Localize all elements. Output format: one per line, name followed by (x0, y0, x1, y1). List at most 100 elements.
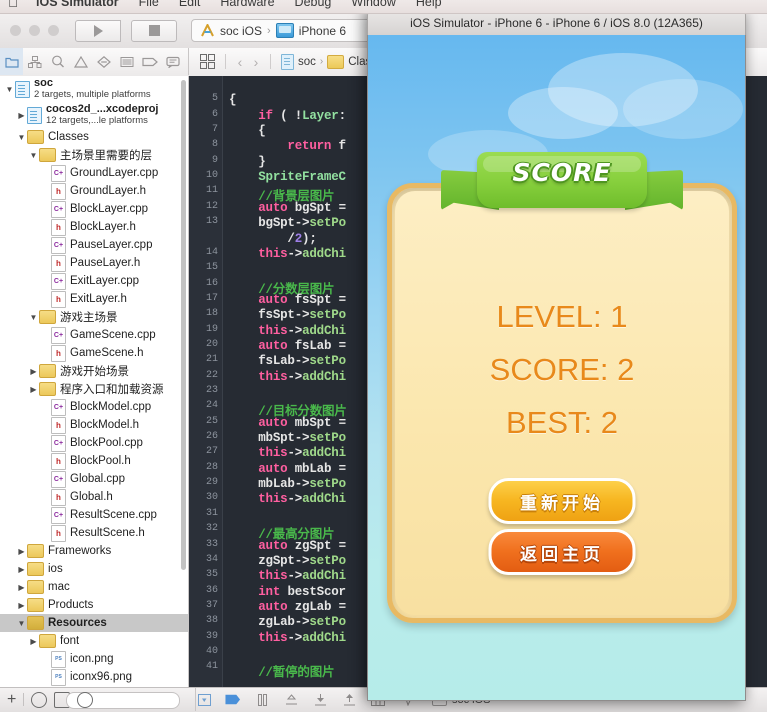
code-line[interactable]: auto fsSpt = (229, 293, 346, 307)
file-tree-row[interactable]: ▶ mac (0, 578, 188, 596)
step-into-icon[interactable] (312, 693, 328, 707)
code-line[interactable]: this->addChi (229, 446, 346, 460)
issue-navigator-icon[interactable] (69, 48, 92, 75)
back-button[interactable]: ‹ (232, 54, 248, 70)
disclosure-triangle-closed-icon[interactable]: ▶ (16, 583, 27, 592)
disclosure-triangle-open-icon[interactable]: ▼ (4, 85, 15, 94)
code-line[interactable]: { (229, 124, 266, 138)
close-button[interactable] (10, 25, 21, 36)
menu-item-edit[interactable]: Edit (169, 0, 211, 9)
ios-simulator-window[interactable]: iOS Simulator - iPhone 6 - iPhone 6 / iO… (367, 10, 746, 701)
file-tree-row[interactable]: ▼ Resources (0, 614, 188, 632)
minimize-button[interactable] (29, 25, 40, 36)
file-tree-row[interactable]: ▶ font (0, 632, 188, 650)
report-navigator-icon[interactable] (161, 48, 184, 75)
file-tree-row[interactable]: ·C+ Global.cpp (0, 470, 188, 488)
file-tree-row[interactable]: ·C+ GameScene.cpp (0, 326, 188, 344)
code-line[interactable]: } (229, 155, 266, 169)
breadcrumb[interactable]: soc › Clas (281, 53, 371, 70)
code-line[interactable]: mbLab->setPo (229, 477, 346, 491)
restart-button[interactable]: 重新开始 (488, 478, 636, 524)
simulator-screen[interactable]: SCORE LEVEL: 1 SCORE: 2 BEST: 2 重新开始 返回主… (367, 35, 746, 701)
return-home-button[interactable]: 返回主页 (488, 529, 636, 575)
breadcrumb-item-project[interactable]: soc (298, 56, 316, 68)
code-line[interactable]: return f (229, 139, 346, 153)
file-tree-row[interactable]: ·C+ BlockModel.cpp (0, 398, 188, 416)
code-line[interactable]: zgSpt->setPo (229, 554, 346, 568)
code-line[interactable]: int bestScor (229, 585, 346, 599)
file-tree-row[interactable]: ·PS icon.png (0, 650, 188, 668)
recent-files-icon[interactable] (31, 691, 48, 708)
file-tree-row[interactable]: ·C+ ExitLayer.cpp (0, 272, 188, 290)
find-navigator-icon[interactable] (46, 48, 69, 75)
disclosure-triangle-closed-icon[interactable]: ▶ (28, 385, 39, 394)
test-navigator-icon[interactable] (92, 48, 115, 75)
file-tree-row[interactable]: ·PS iconx96.png (0, 668, 188, 686)
stop-button[interactable] (131, 19, 177, 42)
forward-button[interactable]: › (248, 54, 264, 70)
related-items-icon[interactable] (195, 48, 219, 75)
hide-debug-area-icon[interactable] (196, 693, 212, 707)
menu-item-hardware[interactable]: Hardware (210, 0, 284, 9)
project-navigator[interactable]: ▼ soc 2 targets, multiple platforms ▶ cocos2… (0, 76, 189, 688)
disclosure-triangle-open-icon[interactable]: ▼ (16, 133, 27, 142)
code-line[interactable]: this->addChi (229, 324, 346, 338)
disclosure-triangle-closed-icon[interactable]: ▶ (28, 637, 39, 646)
disclosure-triangle-closed-icon[interactable]: ▶ (16, 565, 27, 574)
apple-logo-icon[interactable]:  (0, 0, 26, 10)
file-tree-row[interactable]: ▼ soc 2 targets, multiple platforms (0, 76, 188, 102)
file-tree-row[interactable]: ·h Global.h (0, 488, 188, 506)
zoom-button[interactable] (48, 25, 59, 36)
code-line[interactable]: auto zgSpt = (229, 539, 346, 553)
code-line[interactable]: auto bgSpt = (229, 201, 346, 215)
file-tree-row[interactable]: ▼ 主场景里需要的层 (0, 146, 188, 164)
code-line[interactable]: this->addChi (229, 247, 346, 261)
menu-item-window[interactable]: Window (341, 0, 405, 9)
code-line[interactable]: auto mbLab = (229, 462, 346, 476)
code-line[interactable]: SpriteFrameC (229, 170, 346, 184)
file-tree-row[interactable]: ▶ ios (0, 560, 188, 578)
file-tree-row[interactable]: ▶ Frameworks (0, 542, 188, 560)
file-tree-row[interactable]: ▶ Products (0, 596, 188, 614)
disclosure-triangle-closed-icon[interactable]: ▶ (16, 601, 27, 610)
symbol-navigator-icon[interactable] (23, 48, 46, 75)
code-line[interactable]: { (229, 93, 237, 107)
step-out-icon[interactable] (341, 693, 357, 707)
code-line[interactable]: auto zgLab = (229, 600, 346, 614)
navigator-scrollbar[interactable] (181, 80, 186, 570)
file-tree-row[interactable]: ·C+ BlockLayer.cpp (0, 200, 188, 218)
code-line[interactable]: this->addChi (229, 569, 346, 583)
file-tree-row[interactable]: ▼ 游戏主场景 (0, 308, 188, 326)
debug-navigator-icon[interactable] (115, 48, 138, 75)
breakpoint-navigator-icon[interactable] (138, 48, 161, 75)
add-item-button[interactable]: + (7, 691, 16, 708)
disclosure-triangle-closed-icon[interactable]: ▶ (16, 547, 27, 556)
file-tree-row[interactable]: ·h BlockLayer.h (0, 218, 188, 236)
code-line[interactable]: this->addChi (229, 370, 346, 384)
file-tree-row[interactable]: ▶ cocos2d_...xcodeproj 12 targets,...le pl… (0, 102, 188, 128)
code-line[interactable]: auto fsLab = (229, 339, 346, 353)
file-tree-row[interactable]: ·h GroundLayer.h (0, 182, 188, 200)
filter-scope-icon[interactable] (77, 691, 94, 708)
menu-item-file[interactable]: File (129, 0, 169, 9)
disclosure-triangle-closed-icon[interactable]: ▶ (28, 367, 39, 376)
file-tree-row[interactable]: ·h ExitLayer.h (0, 290, 188, 308)
file-tree-row[interactable]: ·C+ BlockPool.cpp (0, 434, 188, 452)
code-line[interactable]: mbSpt->setPo (229, 431, 346, 445)
code-line[interactable]: fsSpt->setPo (229, 308, 346, 322)
menu-item-help[interactable]: Help (406, 0, 452, 9)
disclosure-triangle-open-icon[interactable]: ▼ (16, 619, 27, 628)
file-tree-row[interactable]: ·h BlockModel.h (0, 416, 188, 434)
code-line[interactable]: zgLab->setPo (229, 615, 346, 629)
disclosure-triangle-closed-icon[interactable]: ▶ (16, 111, 27, 120)
file-tree-row[interactable]: ·C+ GroundLayer.cpp (0, 164, 188, 182)
menu-item-ios-simulator[interactable]: iOS Simulator (26, 0, 129, 9)
pause-icon[interactable] (254, 693, 270, 707)
disclosure-triangle-open-icon[interactable]: ▼ (28, 151, 39, 160)
file-tree-row[interactable]: ▼ Classes (0, 128, 188, 146)
project-navigator-icon[interactable] (0, 48, 23, 75)
code-line[interactable]: this->addChi (229, 631, 346, 645)
file-tree-row[interactable]: ▶ 程序入口和加载资源 (0, 380, 188, 398)
code-line[interactable]: if ( !Layer: (229, 109, 346, 123)
file-tree-row[interactable]: ·h ResultScene.h (0, 524, 188, 542)
